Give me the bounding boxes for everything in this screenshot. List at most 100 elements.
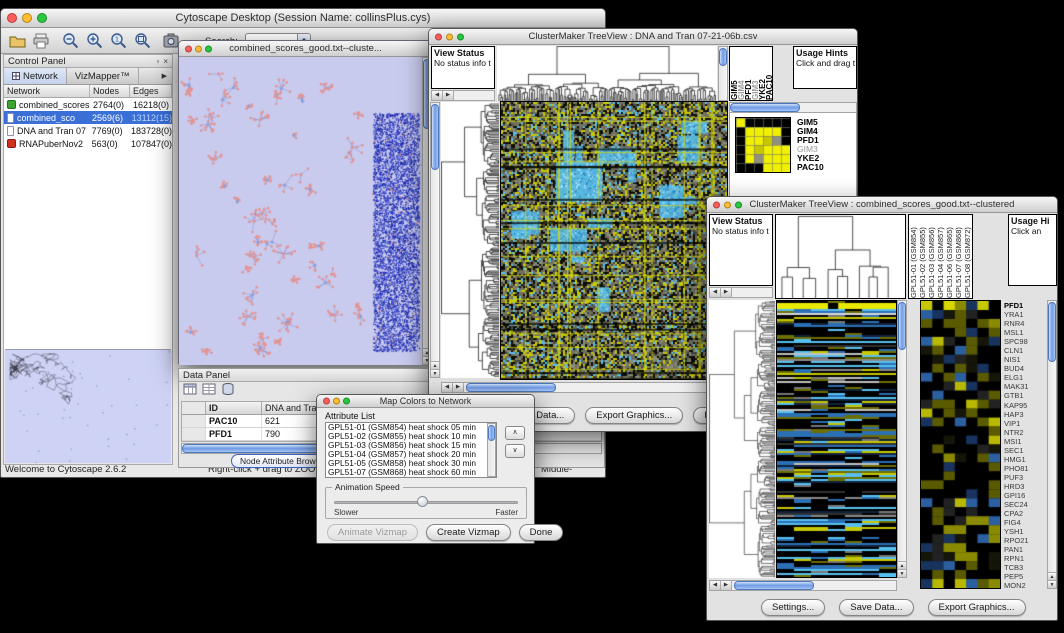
zoom-fit-icon[interactable] [133, 31, 153, 51]
network-overview-thumbnail[interactable] [5, 349, 171, 463]
scroll-left-icon[interactable]: ◀ [710, 581, 721, 590]
gene-label[interactable]: HRD3 [1004, 482, 1046, 491]
gene-label[interactable]: PFD1 [1004, 301, 1046, 310]
view-status-scrollbar[interactable]: ◀ ▶ [709, 287, 773, 298]
print-icon[interactable] [31, 31, 51, 51]
scroll-up-icon[interactable]: ▲ [431, 361, 439, 369]
gene-label[interactable]: SEC24 [1004, 500, 1046, 509]
attribute-list-item[interactable]: GPL51-01 (GSM854) heat shock 05 min [326, 423, 487, 432]
animation-speed-slider[interactable] [334, 496, 518, 508]
zoom-in-icon[interactable] [85, 31, 105, 51]
gene-label[interactable]: PHO81 [1004, 464, 1046, 473]
column-header-edges[interactable]: Edges [130, 85, 172, 97]
scroll-left-icon[interactable]: ◀ [442, 383, 453, 392]
scroll-down-icon[interactable]: ▼ [1048, 580, 1056, 588]
attribute-list-item[interactable]: GPL51-04 (GSM857) heat shock 20 min [326, 450, 487, 459]
export-graphics-button[interactable]: Export Graphics... [928, 599, 1026, 616]
gene-label[interactable]: RPO21 [1004, 536, 1046, 545]
gene-label[interactable]: HMG1 [1004, 455, 1046, 464]
gene-label[interactable]: PAN1 [1004, 545, 1046, 554]
export-graphics-button[interactable]: Export Graphics... [585, 407, 683, 424]
minimize-button[interactable] [195, 45, 202, 52]
column-label[interactable]: GPL51-04 (GSM857) [936, 217, 945, 298]
scroll-down-icon[interactable]: ▼ [431, 369, 439, 377]
slider-thumb[interactable] [417, 496, 428, 507]
row-dendrogram[interactable] [709, 300, 775, 578]
zoom-button[interactable] [205, 45, 212, 52]
attribute-select-icon[interactable] [183, 382, 197, 401]
scrollbar-thumb[interactable] [466, 383, 556, 392]
zoom-button[interactable] [37, 13, 47, 23]
scrollbar-thumb[interactable] [730, 103, 800, 112]
column-label[interactable]: GPL51-02 (GSM855) [918, 217, 927, 298]
correlation-matrix-canvas[interactable] [736, 118, 790, 172]
move-up-button[interactable]: ∧ [505, 426, 525, 440]
column-label[interactable]: GPL51-06 (GSM865) [945, 217, 954, 298]
gene-label[interactable]: FIG4 [1004, 518, 1046, 527]
gene-label[interactable]: NTR2 [1004, 428, 1046, 437]
network-list-row[interactable]: combined_scores2764(0)16218(0) [4, 98, 172, 111]
gene-label[interactable]: YRA1 [1004, 310, 1046, 319]
scrollbar-thumb[interactable] [488, 425, 495, 441]
gene-label[interactable]: GTB1 [1004, 391, 1046, 400]
scrollbar-thumb[interactable] [898, 302, 906, 350]
gene-label[interactable]: RPN1 [1004, 554, 1046, 563]
scroll-down-icon[interactable]: ▼ [898, 569, 906, 577]
gene-label[interactable]: NIS1 [1004, 355, 1046, 364]
column-label[interactable]: GPL51-03 (GSM856) [927, 217, 936, 298]
tab-overflow-button[interactable]: ▶ [157, 68, 172, 84]
row-dendrogram[interactable] [441, 102, 499, 378]
attribute-table-icon[interactable] [202, 382, 216, 401]
column-header-id[interactable]: ID [206, 402, 262, 414]
heatmap-canvas[interactable] [501, 102, 727, 379]
gene-label[interactable]: GPI16 [1004, 491, 1046, 500]
minimize-button[interactable] [333, 398, 340, 405]
gene-label[interactable]: YSH1 [1004, 527, 1046, 536]
gene-label[interactable]: ELG1 [1004, 373, 1046, 382]
scroll-left-icon[interactable]: ◀ [432, 91, 443, 100]
gene-label[interactable]: PEP5 [1004, 572, 1046, 581]
gene-label[interactable]: VIP1 [1004, 419, 1046, 428]
zoom-button[interactable] [457, 33, 464, 40]
save-data-button[interactable]: Save Data... [839, 599, 913, 616]
attribute-list-item[interactable]: GPL51-05 (GSM858) heat shock 30 min [326, 459, 487, 468]
gene-label[interactable]: TCB3 [1004, 563, 1046, 572]
scroll-right-icon[interactable]: ▶ [721, 581, 732, 590]
scroll-up-icon[interactable]: ▲ [898, 561, 906, 569]
column-label[interactable]: YKE2 [758, 49, 765, 100]
column-dendrogram-scrollbar[interactable] [718, 46, 728, 101]
minimize-button[interactable] [724, 201, 731, 208]
column-label[interactable]: GPL51-08 (GSM872) [963, 217, 972, 298]
close-button[interactable] [713, 201, 720, 208]
heatmap-horizontal-scrollbar[interactable]: ◀ ▶ [709, 580, 897, 591]
column-label[interactable]: PFD1 [744, 49, 751, 100]
close-button[interactable] [185, 45, 192, 52]
close-icon[interactable]: × [163, 57, 168, 66]
gene-list-scrollbar[interactable]: ▲ ▼ [1047, 300, 1057, 589]
column-label[interactable]: GIM5 [730, 49, 737, 100]
column-dendrogram[interactable] [497, 46, 717, 101]
minimize-button[interactable] [446, 33, 453, 40]
animate-vizmap-button[interactable]: Animate Vizmap [327, 524, 418, 541]
attribute-list-item[interactable]: GPL51-02 (GSM855) heat shock 10 min [326, 432, 487, 441]
close-button[interactable] [435, 33, 442, 40]
view-status-scrollbar[interactable]: ◀ ▶ [431, 90, 495, 101]
column-label[interactable]: PAC10 [765, 49, 772, 100]
column-header-network[interactable]: Network [4, 85, 90, 97]
minimize-button[interactable] [22, 13, 32, 23]
done-button[interactable]: Done [519, 524, 564, 541]
scroll-left-icon[interactable]: ◀ [710, 288, 721, 297]
scroll-right-icon[interactable]: ▶ [443, 91, 454, 100]
heatmap-canvas[interactable] [777, 301, 896, 577]
gene-label[interactable]: BUD4 [1004, 364, 1046, 373]
scroll-right-icon[interactable]: ▶ [453, 383, 464, 392]
zoom-actual-icon[interactable]: 1 [109, 31, 129, 51]
heatmap-horizontal-scrollbar[interactable]: ◀ ▶ [441, 382, 728, 393]
scrollbar-thumb[interactable] [431, 104, 439, 170]
gene-label[interactable]: HAP3 [1004, 410, 1046, 419]
network-list-row[interactable]: RNAPuberNov2563(0)107847(0) [4, 137, 172, 150]
zoom-out-icon[interactable] [61, 31, 81, 51]
zoom-button[interactable] [343, 398, 350, 405]
attribute-list-item[interactable]: GPL51-07 (GSM868) heat shock 60 min [326, 468, 487, 477]
open-session-icon[interactable] [7, 31, 27, 51]
